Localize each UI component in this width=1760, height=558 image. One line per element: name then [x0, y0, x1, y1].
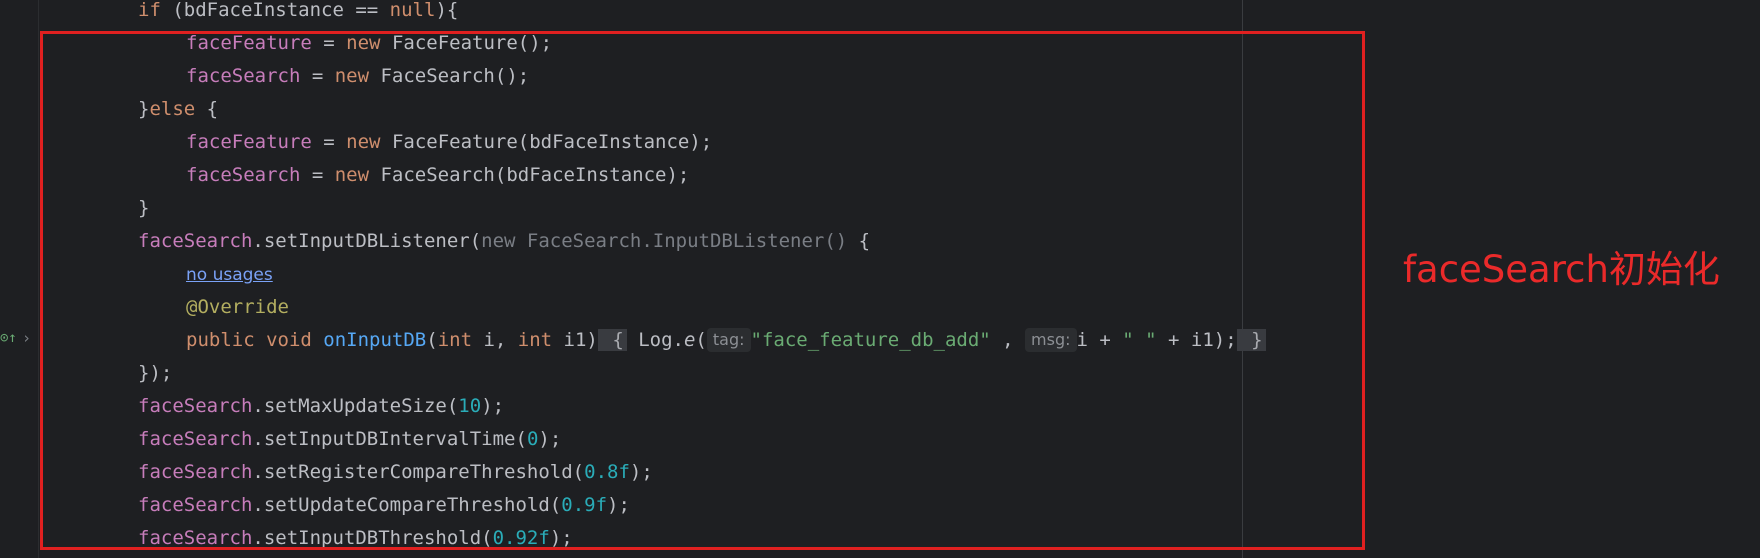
code-token: ){ [435, 0, 459, 21]
code-line: if (bdFaceInstance == null){ [138, 0, 458, 27]
gutter-separator [38, 0, 39, 558]
code-token: if [138, 0, 161, 21]
annotation-label: faceSearch初始化 [1403, 248, 1720, 291]
implements-method-icon[interactable]: ⊙↑ [0, 326, 17, 350]
annotation-highlight-box [40, 31, 1365, 550]
gutter: ⊙↑ › [0, 0, 38, 558]
fold-chevron-icon[interactable]: › [22, 326, 32, 350]
code-token: null [389, 0, 436, 21]
code-editor[interactable]: ⊙↑ › if (bdFaceInstance == null){ faceFe… [0, 0, 1760, 558]
code-token: (bdFaceInstance == [160, 0, 390, 21]
